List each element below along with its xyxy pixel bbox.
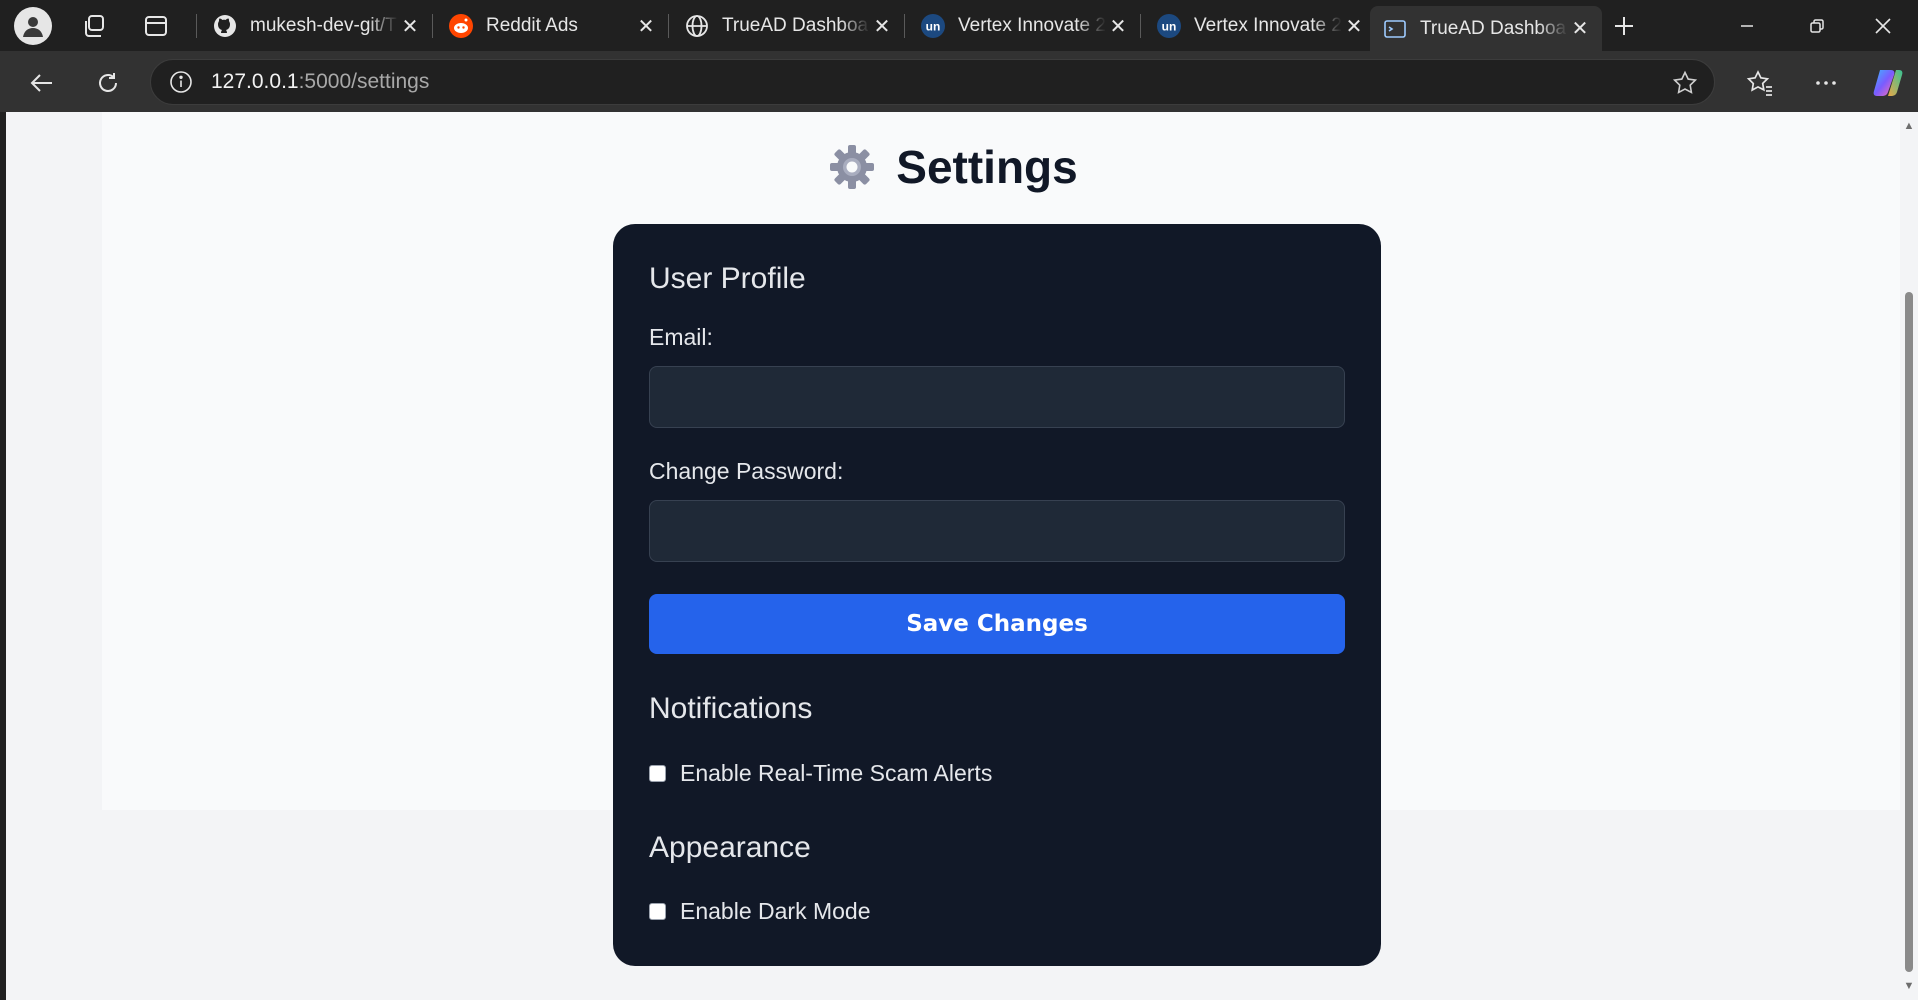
tab-reddit-ads[interactable]: Reddit Ads ✕ — [436, 6, 668, 46]
dark-mode-checkbox[interactable] — [649, 903, 666, 920]
tab-strip: mukesh-dev-git/TrueAD ✕ Reddit Ads ✕ Tru… — [0, 0, 1918, 51]
vertical-tabs-icon[interactable] — [130, 0, 182, 51]
scam-alerts-checkbox[interactable] — [649, 765, 666, 782]
globe-icon — [684, 13, 710, 39]
browser-toolbar: 127.0.0.1:5000/settings — [0, 51, 1918, 112]
page-viewport: Settings User Profile Email: Change Pass… — [6, 112, 1918, 1000]
scam-alerts-option[interactable]: Enable Real-Time Scam Alerts — [649, 760, 992, 787]
reddit-icon — [448, 13, 474, 39]
favorites-icon[interactable] — [1738, 61, 1782, 105]
more-options-icon[interactable] — [1804, 61, 1848, 105]
tab-title: Reddit Ads — [486, 15, 578, 36]
favorite-star-icon[interactable] — [1672, 70, 1698, 101]
settings-card: User Profile Email: Change Password: Sav… — [613, 224, 1381, 966]
password-field[interactable] — [649, 500, 1345, 562]
tab-title: mukesh-dev-git/TrueAD — [250, 15, 398, 36]
unstop-icon-text: un — [1162, 20, 1177, 34]
unstop-icon-text: un — [926, 20, 941, 34]
tab-title: Vertex Innovate 2025 — [1194, 15, 1342, 36]
github-icon — [212, 13, 238, 39]
email-field[interactable] — [649, 366, 1345, 428]
dark-mode-option[interactable]: Enable Dark Mode — [649, 898, 871, 925]
copilot-icon[interactable] — [1866, 61, 1910, 105]
site-info-icon[interactable] — [151, 70, 211, 94]
minimize-icon[interactable] — [1712, 0, 1782, 51]
user-profile-heading: User Profile — [649, 262, 806, 295]
back-arrow-icon[interactable] — [20, 61, 64, 105]
tab-separator — [196, 14, 197, 38]
terminal-icon — [1382, 16, 1408, 42]
tab-separator — [668, 14, 669, 38]
address-bar[interactable]: 127.0.0.1:5000/settings — [150, 59, 1715, 105]
scam-alerts-label[interactable]: Enable Real-Time Scam Alerts — [680, 760, 992, 787]
tab-github[interactable]: mukesh-dev-git/TrueAD ✕ — [200, 6, 432, 46]
tab-truead-dashboard[interactable]: TrueAD Dashboard ✕ — [672, 6, 904, 46]
page-title: Settings — [896, 141, 1078, 193]
profile-button[interactable] — [7, 0, 59, 51]
email-label: Email: — [649, 324, 713, 350]
unstop-icon: un — [1156, 13, 1182, 39]
save-changes-button[interactable]: Save Changes — [649, 594, 1345, 654]
tab-separator — [904, 14, 905, 38]
close-tab-icon[interactable]: ✕ — [1106, 14, 1130, 38]
tab-vertex-innovate[interactable]: un Vertex Innovate 2025 ✕ — [908, 6, 1140, 46]
url-path: :5000/settings — [298, 70, 430, 93]
close-tab-icon[interactable]: ✕ — [634, 14, 658, 38]
scroll-down-arrow-icon[interactable]: ▼ — [1903, 980, 1915, 992]
tab-vertex-innovate[interactable]: un Vertex Innovate 2025 ✕ — [1144, 6, 1376, 46]
close-tab-icon[interactable]: ✕ — [870, 14, 894, 38]
refresh-icon[interactable] — [86, 61, 130, 105]
url-text: 127.0.0.1:5000/settings — [211, 70, 429, 94]
scroll-up-arrow-icon[interactable]: ▲ — [1903, 120, 1915, 132]
tab-separator — [1140, 14, 1141, 38]
change-password-label: Change Password: — [649, 458, 844, 484]
appearance-heading: Appearance — [649, 831, 811, 864]
close-window-icon[interactable] — [1848, 0, 1918, 51]
gear-icon — [830, 145, 875, 189]
url-host: 127.0.0.1 — [211, 70, 299, 93]
profile-avatar-icon — [14, 6, 52, 45]
tab-title: TrueAD Dashboard — [722, 15, 870, 36]
scrollbar-thumb[interactable] — [1905, 292, 1913, 972]
close-tab-icon[interactable]: ✕ — [1342, 14, 1366, 38]
page-header: Settings — [6, 140, 1900, 194]
notifications-heading: Notifications — [649, 692, 813, 725]
unstop-icon: un — [920, 13, 946, 39]
restore-icon[interactable] — [1782, 0, 1852, 51]
close-tab-icon[interactable]: ✕ — [1568, 17, 1592, 41]
dark-mode-label[interactable]: Enable Dark Mode — [680, 898, 871, 925]
new-tab-icon[interactable] — [1602, 6, 1646, 46]
workspaces-icon[interactable] — [68, 0, 120, 51]
close-tab-icon[interactable]: ✕ — [398, 14, 422, 38]
vertical-scrollbar[interactable]: ▲ ▼ — [1900, 112, 1918, 1000]
tab-truead-dashboard-active[interactable]: TrueAD Dashboard ✕ — [1370, 6, 1602, 51]
tab-title: Vertex Innovate 2025 — [958, 15, 1106, 36]
tab-title: TrueAD Dashboard — [1420, 17, 1568, 39]
tab-separator — [432, 14, 433, 38]
